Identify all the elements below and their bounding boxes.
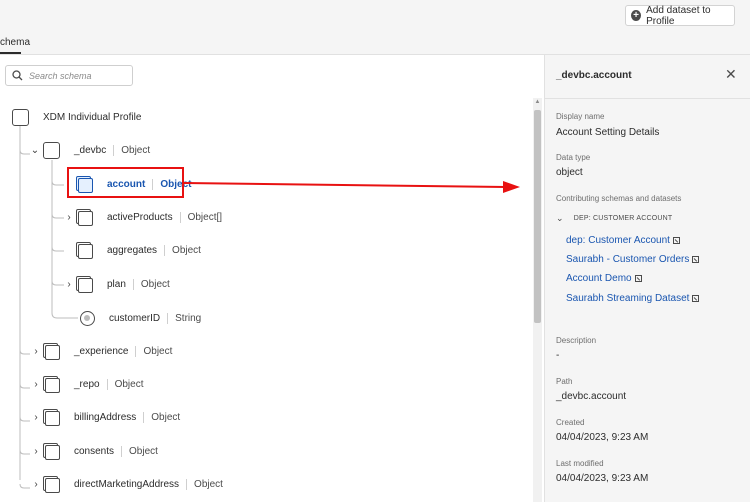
divider	[545, 98, 750, 99]
tree-row-aggregates[interactable]: aggregates Object	[76, 240, 201, 260]
created-value: 04/04/2023, 9:23 AM	[556, 432, 649, 443]
contributing-link[interactable]: Saurabh Streaming Dataset	[566, 293, 700, 304]
modified-key: Last modified	[556, 459, 604, 468]
tree-row-repo[interactable]: _repo Object	[43, 374, 143, 394]
object-icon	[43, 408, 60, 426]
tree-row-activeproducts[interactable]: activeProducts Object[]	[76, 207, 222, 227]
tree-row-consents[interactable]: consents Object	[43, 441, 158, 461]
group-label: DEP: CUSTOMER ACCOUNT	[573, 215, 673, 222]
tree-type: Object	[129, 445, 158, 457]
tree-label: _devbc	[74, 144, 107, 156]
tree-label: XDM Individual Profile	[43, 111, 142, 123]
object-icon	[76, 241, 93, 259]
path-value: _devbc.account	[556, 391, 627, 402]
chevron-down-icon: ⌄	[556, 213, 564, 223]
chevron-right-icon[interactable]: ›	[31, 380, 41, 390]
external-link-icon	[692, 295, 700, 302]
link-label: Account Demo	[566, 273, 632, 284]
tree-type: Object	[143, 345, 173, 357]
tree-label: _experience	[74, 345, 129, 357]
object-icon	[43, 375, 60, 393]
tree-label: billingAddress	[74, 411, 137, 423]
close-icon[interactable]: ✕	[725, 67, 737, 81]
tree-row-directmarketingaddress[interactable]: directMarketingAddress Object	[43, 474, 223, 494]
description-value: -	[556, 350, 560, 361]
description-key: Description	[556, 336, 597, 345]
object-icon	[43, 475, 60, 493]
contributing-key: Contributing schemas and datasets	[556, 194, 682, 203]
object-icon	[43, 442, 60, 460]
chevron-right-icon[interactable]: ›	[31, 480, 41, 490]
tree-label: directMarketingAddress	[74, 478, 180, 490]
tree-type: String	[175, 312, 202, 324]
tree-type: Object	[140, 278, 170, 290]
tree-row-root[interactable]: XDM Individual Profile	[12, 107, 141, 127]
data-type-key: Data type	[556, 153, 591, 162]
tree-row-billingaddress[interactable]: billingAddress Object	[43, 407, 180, 427]
tree-row-plan[interactable]: plan Object	[76, 274, 170, 294]
tree-row-devbc[interactable]: _devbc Object	[43, 140, 150, 160]
tree-label: _repo	[74, 378, 100, 390]
external-link-icon	[634, 275, 642, 282]
object-icon	[76, 275, 93, 293]
link-label: Saurabh - Customer Orders	[566, 254, 690, 265]
chevron-right-icon[interactable]: ›	[31, 413, 41, 423]
tree-type: Object	[121, 144, 151, 156]
contributing-link[interactable]: Account Demo	[566, 273, 642, 284]
chevron-right-icon[interactable]: ›	[31, 347, 41, 357]
tree-type: Object	[114, 378, 144, 390]
contributing-group-toggle[interactable]: ⌄ DEP: CUSTOMER ACCOUNT	[556, 213, 672, 224]
created-key: Created	[556, 418, 585, 427]
object-icon	[76, 208, 93, 226]
display-name-key: Display name	[556, 112, 605, 121]
field-icon	[80, 310, 95, 326]
tree-type: Object	[194, 478, 223, 490]
link-label: Saurabh Streaming Dataset	[566, 293, 690, 304]
details-panel: _devbc.account ✕ Display name Account Se…	[544, 55, 750, 502]
details-title: _devbc.account	[556, 70, 632, 81]
chevron-right-icon[interactable]: ›	[64, 280, 74, 290]
contributing-link[interactable]: Saurabh - Customer Orders	[566, 254, 700, 265]
contributing-link[interactable]: dep: Customer Account	[566, 235, 680, 246]
tree-label: aggregates	[107, 244, 158, 256]
object-icon	[43, 141, 60, 159]
link-label: dep: Customer Account	[566, 235, 670, 246]
tree-row-experience[interactable]: _experience Object	[43, 341, 172, 361]
plus-circle-icon: +	[631, 10, 642, 21]
tree-label: customerID	[109, 312, 161, 324]
tree-label: consents	[74, 445, 115, 457]
add-dataset-button[interactable]: + Add dataset to Profile	[625, 4, 735, 27]
tree-type: Object[]	[187, 211, 223, 223]
modified-value: 04/04/2023, 9:23 AM	[556, 473, 649, 484]
data-type-value: object	[556, 167, 583, 178]
add-dataset-label: Add dataset to Profile	[646, 4, 711, 27]
path-key: Path	[556, 377, 573, 386]
object-icon	[12, 108, 29, 126]
tree-label: activeProducts	[107, 211, 173, 223]
object-icon	[43, 342, 60, 360]
external-link-icon	[672, 237, 680, 244]
tree-row-customerid[interactable]: customerID String	[80, 308, 201, 328]
display-name-value: Account Setting Details	[556, 127, 660, 138]
external-link-icon	[692, 256, 700, 263]
tree-label: plan	[107, 278, 126, 290]
chevron-right-icon[interactable]: ›	[31, 447, 41, 457]
tree-type: Object	[172, 244, 201, 256]
annotation-highlight-box	[67, 167, 184, 198]
chevron-right-icon[interactable]: ›	[64, 213, 74, 223]
chevron-down-icon[interactable]: ⌄	[30, 146, 40, 156]
tree-type: Object	[151, 411, 181, 423]
